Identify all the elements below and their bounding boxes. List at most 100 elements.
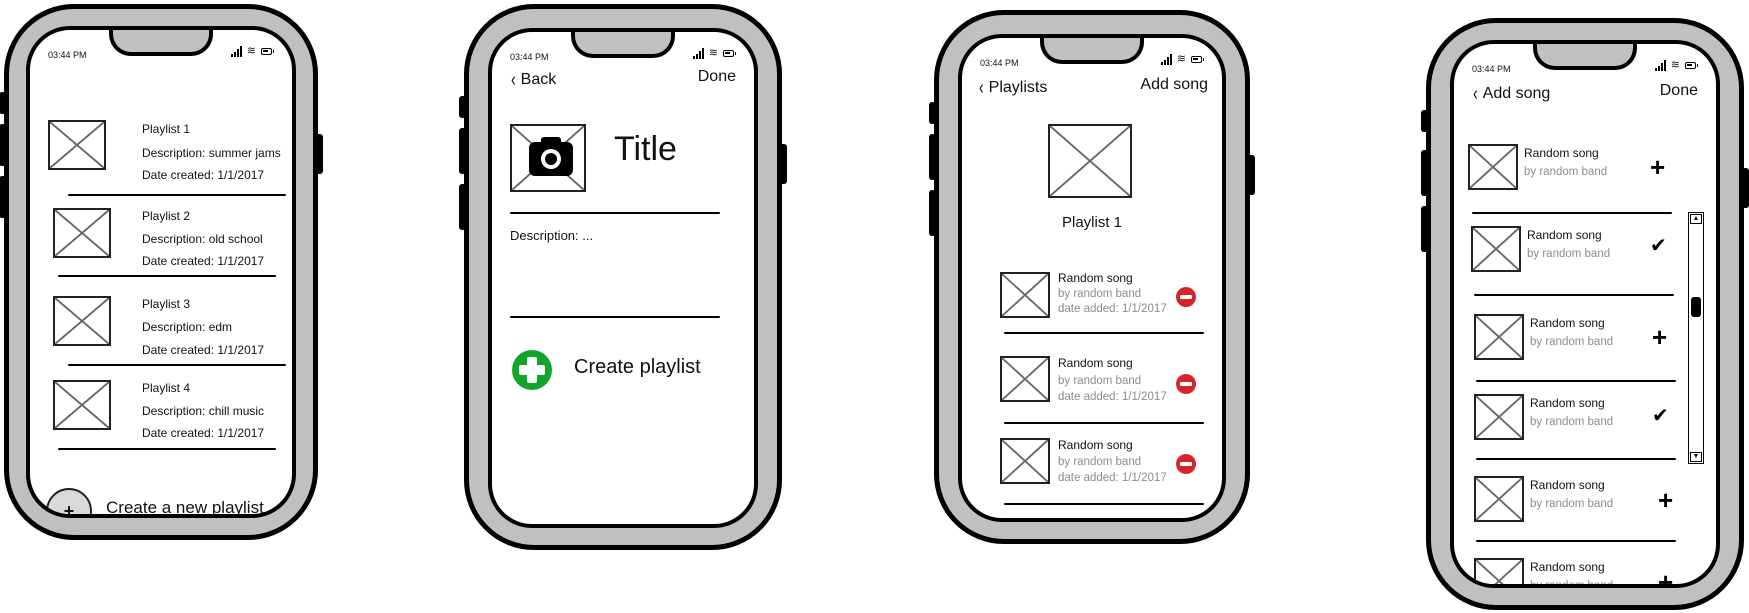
create-new-playlist-button[interactable]: + Create a new playlist xyxy=(46,488,286,514)
scroll-up-arrow[interactable]: ▲ xyxy=(1690,214,1702,224)
song-artist: by random band xyxy=(1527,248,1611,260)
notch xyxy=(571,32,675,58)
phone-playlist-detail: 03:44 PM ≋ ‹ Playlists Add song Playlist… xyxy=(929,10,1255,544)
divider xyxy=(58,275,276,277)
battery-icon xyxy=(723,50,736,57)
status-icons: ≋ xyxy=(1160,53,1204,65)
playlist-name: Playlist 4 xyxy=(142,381,191,395)
divider xyxy=(58,448,276,450)
add-song-icon[interactable]: + xyxy=(1652,324,1667,350)
description-field[interactable]: Description: ... xyxy=(510,228,593,243)
divider xyxy=(1472,212,1672,214)
remove-song-icon[interactable] xyxy=(1176,454,1196,474)
song-date: date added: 1/1/2017 xyxy=(1058,391,1167,403)
divider xyxy=(510,316,720,318)
song-thumbnail xyxy=(1471,226,1521,272)
divider xyxy=(510,212,720,214)
scroll-down-arrow[interactable]: ▼ xyxy=(1690,452,1702,462)
signal-icon xyxy=(1654,60,1666,71)
chevron-left-icon: ‹ xyxy=(979,77,984,99)
screen: 03:44 PM ≋ ‹ Add song Done Random song b… xyxy=(1450,40,1720,588)
signal-icon xyxy=(1160,54,1172,65)
screen: 03:44 PM ≋ ‹ Back Done Title Description… xyxy=(488,28,758,528)
song-artist: by random band xyxy=(1530,580,1614,588)
camera-icon xyxy=(529,137,573,176)
back-button[interactable]: ‹ Back xyxy=(510,70,556,90)
image-placeholder xyxy=(53,296,111,346)
song-thumbnail xyxy=(1000,438,1050,484)
song-title: Random song xyxy=(1530,478,1605,492)
song-title: Random song xyxy=(1524,146,1599,160)
chevron-left-icon: ‹ xyxy=(511,69,516,91)
add-song-icon[interactable]: + xyxy=(1650,154,1665,180)
remove-song-icon[interactable] xyxy=(1176,374,1196,394)
add-song-icon[interactable]: + xyxy=(1658,569,1673,584)
scrollbar[interactable]: ▲ ▼ xyxy=(1688,212,1704,464)
song-title: Random song xyxy=(1058,356,1133,370)
song-artist: by random band xyxy=(1530,416,1614,428)
signal-icon xyxy=(230,46,242,57)
done-button[interactable]: Done xyxy=(698,68,736,86)
song-thumbnail xyxy=(1000,356,1050,402)
divider xyxy=(1004,332,1204,334)
status-icons: ≋ xyxy=(230,45,274,57)
song-date: date added: 1/1/2017 xyxy=(1058,303,1167,315)
back-button[interactable]: ‹ Add song xyxy=(1472,84,1550,104)
added-check-icon[interactable]: ✔ xyxy=(1650,236,1667,256)
playlist-name: Playlist 3 xyxy=(142,297,191,311)
status-time: 03:44 PM xyxy=(980,58,1019,68)
notch xyxy=(1040,38,1144,64)
playlist-name: Playlist 1 xyxy=(142,122,191,136)
phone-create-playlist: 03:44 PM ≋ ‹ Back Done Title Description… xyxy=(459,4,787,550)
added-check-icon[interactable]: ✔ xyxy=(1652,406,1669,426)
create-playlist-label: Create playlist xyxy=(574,356,701,378)
cover-image-picker[interactable] xyxy=(510,124,586,192)
playlist-description: Description: chill music xyxy=(142,404,265,418)
playlist-description: Description: old school xyxy=(142,232,263,246)
wifi-icon: ≋ xyxy=(1176,53,1186,65)
scroll-thumb[interactable] xyxy=(1691,297,1701,317)
remove-song-icon[interactable] xyxy=(1176,287,1196,307)
image-placeholder xyxy=(53,208,111,258)
divider xyxy=(68,364,286,366)
signal-icon xyxy=(692,48,704,59)
divider xyxy=(1476,540,1676,542)
image-placeholder xyxy=(53,380,111,430)
playlist-date: Date created: 1/1/2017 xyxy=(142,426,265,440)
song-thumbnail xyxy=(1474,314,1524,360)
song-title: Random song xyxy=(1530,316,1605,330)
divider xyxy=(68,194,286,196)
song-title: Random song xyxy=(1058,271,1133,285)
wifi-icon: ≋ xyxy=(246,45,256,57)
back-button[interactable]: ‹ Playlists xyxy=(978,78,1047,98)
song-artist: by random band xyxy=(1058,288,1142,300)
screen: 03:44 PM ≋ Playlist 1 Description: summe… xyxy=(26,26,296,518)
wifi-icon: ≋ xyxy=(708,47,718,59)
create-playlist-button[interactable]: Create playlist xyxy=(512,350,742,394)
status-time: 03:44 PM xyxy=(1472,64,1511,74)
status-time: 03:44 PM xyxy=(510,52,549,62)
done-button[interactable]: Done xyxy=(1660,82,1698,100)
song-thumbnail xyxy=(1474,558,1524,584)
song-title: Random song xyxy=(1530,396,1605,410)
back-label: Playlists xyxy=(988,79,1048,96)
playlist-date: Date created: 1/1/2017 xyxy=(142,168,265,182)
playlist-title: Playlist 1 xyxy=(1061,214,1123,231)
status-icons: ≋ xyxy=(1654,60,1698,71)
screen: 03:44 PM ≋ ‹ Playlists Add song Playlist… xyxy=(958,34,1226,522)
back-label: Back xyxy=(520,71,557,88)
add-song-icon[interactable]: + xyxy=(1658,487,1673,513)
song-thumbnail xyxy=(1468,144,1518,190)
add-circle-icon xyxy=(512,350,552,390)
title-field[interactable]: Title xyxy=(614,130,677,169)
notch xyxy=(109,30,213,56)
song-thumbnail xyxy=(1474,394,1524,440)
divider xyxy=(1476,380,1676,382)
battery-icon xyxy=(1685,62,1698,69)
back-label: Add song xyxy=(1482,85,1551,102)
playlist-description: Description: edm xyxy=(142,320,233,334)
chevron-left-icon: ‹ xyxy=(1473,83,1478,105)
phone-add-song: 03:44 PM ≋ ‹ Add song Done Random song b… xyxy=(1421,18,1749,610)
battery-icon xyxy=(261,48,274,55)
add-song-button[interactable]: Add song xyxy=(1140,76,1208,94)
